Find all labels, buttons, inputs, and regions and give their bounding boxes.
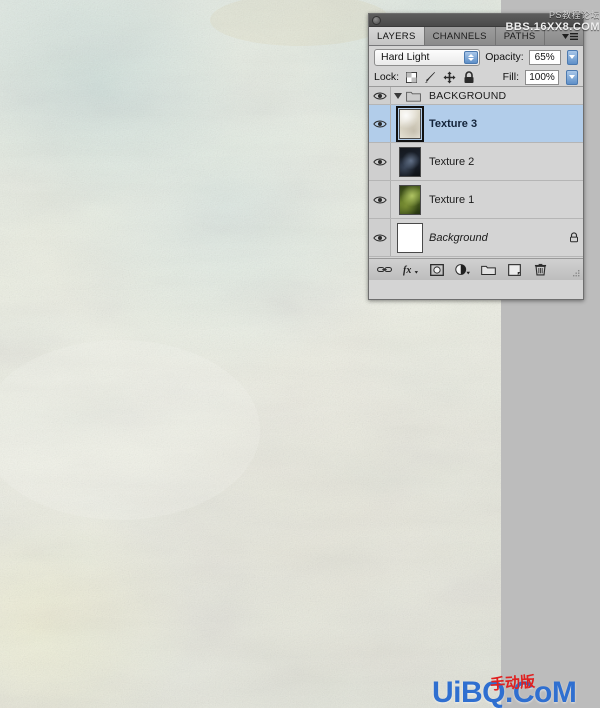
visibility-toggle[interactable] bbox=[369, 105, 391, 142]
opacity-label: Opacity: bbox=[485, 51, 524, 63]
lock-all-icon[interactable] bbox=[462, 70, 475, 84]
panel-titlebar[interactable] bbox=[369, 14, 583, 27]
desktop: LAYERS CHANNELS PATHS Hard Light Opacity… bbox=[0, 0, 600, 708]
lock-image-pixels-icon[interactable] bbox=[424, 71, 437, 84]
delete-layer-icon[interactable] bbox=[533, 262, 548, 277]
new-adjustment-layer-icon[interactable] bbox=[455, 262, 470, 277]
eye-icon bbox=[372, 196, 387, 203]
visibility-toggle[interactable] bbox=[369, 87, 391, 104]
layer-row-texture-1[interactable]: Texture 1 bbox=[369, 181, 583, 219]
link-layers-icon[interactable] bbox=[377, 262, 392, 277]
eye-icon bbox=[372, 158, 387, 165]
blend-mode-stepper-icon[interactable] bbox=[464, 50, 479, 64]
layer-thumbnail[interactable] bbox=[391, 146, 429, 177]
visibility-toggle[interactable] bbox=[369, 143, 391, 180]
layers-panel-toolbar[interactable]: fx bbox=[369, 259, 583, 280]
layers-panel[interactable]: LAYERS CHANNELS PATHS Hard Light Opacity… bbox=[368, 13, 584, 300]
layer-name: Texture 2 bbox=[429, 155, 475, 168]
opacity-dropdown-icon[interactable] bbox=[566, 49, 578, 65]
visibility-toggle[interactable] bbox=[369, 181, 391, 218]
lock-label: Lock: bbox=[374, 71, 400, 83]
new-layer-icon[interactable] bbox=[507, 262, 522, 277]
blend-mode-select[interactable]: Hard Light bbox=[374, 48, 481, 66]
opacity-input[interactable]: 65% bbox=[528, 49, 561, 65]
tab-layers[interactable]: LAYERS bbox=[369, 27, 425, 45]
tab-paths[interactable]: PATHS bbox=[495, 27, 545, 45]
blend-opacity-row[interactable]: Hard Light Opacity: 65% bbox=[369, 46, 583, 68]
layer-name: Texture 3 bbox=[429, 117, 478, 130]
lock-row[interactable]: Lock: Fill: 100% bbox=[369, 68, 583, 87]
layer-thumbnail[interactable] bbox=[391, 222, 429, 253]
eye-icon bbox=[372, 120, 387, 127]
new-group-icon[interactable] bbox=[481, 262, 496, 277]
fill-label: Fill: bbox=[502, 71, 519, 83]
fill-input[interactable]: 100% bbox=[525, 69, 559, 85]
visibility-toggle[interactable] bbox=[369, 219, 391, 256]
layer-name: BACKGROUND bbox=[429, 89, 507, 102]
layer-name: Background bbox=[429, 231, 488, 244]
layer-row-group-background[interactable]: BACKGROUND bbox=[369, 87, 583, 105]
lock-transparency-icon[interactable] bbox=[405, 71, 418, 84]
blend-mode-value: Hard Light bbox=[381, 51, 430, 63]
fill-dropdown-icon[interactable] bbox=[566, 69, 578, 85]
layer-row-background[interactable]: Background bbox=[369, 219, 583, 257]
lock-position-icon[interactable] bbox=[443, 71, 456, 84]
layer-row-texture-3[interactable]: Texture 3 bbox=[369, 105, 583, 143]
layer-thumbnail[interactable] bbox=[391, 105, 429, 142]
layer-thumbnail[interactable] bbox=[391, 184, 429, 215]
eye-icon bbox=[372, 234, 387, 241]
tab-channels[interactable]: CHANNELS bbox=[424, 27, 496, 45]
collapse-circle-icon[interactable] bbox=[372, 16, 381, 25]
svg-text:fx: fx bbox=[403, 265, 411, 276]
panel-tab-bar[interactable]: LAYERS CHANNELS PATHS bbox=[369, 27, 583, 46]
layer-locked-icon bbox=[565, 232, 583, 243]
panel-resize-grip[interactable] bbox=[571, 269, 581, 279]
add-layer-mask-icon[interactable] bbox=[429, 262, 444, 277]
group-disclosure-triangle-icon[interactable] bbox=[391, 92, 405, 99]
eye-icon bbox=[372, 92, 387, 99]
layer-name: Texture 1 bbox=[429, 193, 475, 206]
folder-icon bbox=[406, 91, 421, 102]
layer-row-texture-2[interactable]: Texture 2 bbox=[369, 143, 583, 181]
layer-list[interactable]: BACKGROUND Texture 3 Texture 2 Texture 1… bbox=[369, 87, 583, 259]
layer-style-fx-icon[interactable]: fx bbox=[403, 262, 418, 277]
panel-menu-icon[interactable] bbox=[560, 30, 580, 43]
